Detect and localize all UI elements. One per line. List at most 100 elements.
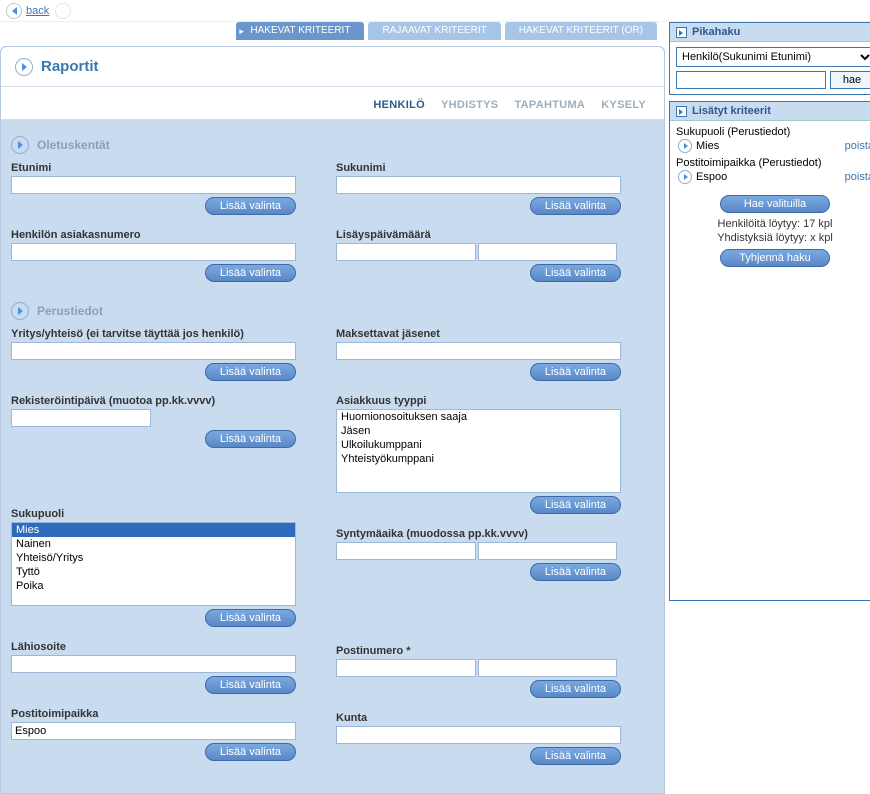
label-maksettavat: Maksettavat jäsenet: [336, 328, 621, 340]
list-item[interactable]: Ulkoilukumppani: [337, 438, 620, 452]
btn-add-postinumero[interactable]: Lisää valinta: [530, 680, 621, 698]
input-etunimi[interactable]: [11, 176, 296, 194]
criteria-tabs: HAKEVAT KRITEERIT RAJAAVAT KRITEERIT HAK…: [0, 22, 665, 46]
subtab-kysely[interactable]: KYSELY: [593, 95, 654, 115]
quicksearch-head: Pikahaku: [670, 23, 870, 42]
tab-rajaavat[interactable]: RAJAAVAT KRITEERIT: [368, 22, 500, 40]
btn-add-rekpvm[interactable]: Lisää valinta: [205, 430, 296, 448]
btn-add-yritys[interactable]: Lisää valinta: [205, 363, 296, 381]
section-defaults-head: Oletuskentät: [11, 136, 654, 154]
label-etunimi: Etunimi: [11, 162, 296, 174]
input-sukunimi[interactable]: [336, 176, 621, 194]
stat-henkiloita: Henkilöitä löytyy: 17 kpl: [676, 218, 870, 230]
label-asiakkuus: Asiakkuus tyyppi: [336, 395, 621, 407]
subtab-henkilo[interactable]: HENKILÖ: [365, 95, 433, 115]
subtab-yhdistys[interactable]: YHDISTYS: [433, 95, 506, 115]
input-asiakasnumero[interactable]: [11, 243, 296, 261]
label-postitoimipaikka: Postitoimipaikka: [11, 708, 296, 720]
btn-add-lisayspvm[interactable]: Lisää valinta: [530, 264, 621, 282]
input-lahiosoite[interactable]: [11, 655, 296, 673]
panel-header: Raportit: [1, 47, 664, 87]
input-postinumero-from[interactable]: [336, 659, 476, 677]
btn-add-sukupuoli[interactable]: Lisää valinta: [205, 609, 296, 627]
stat-yhdistyksia: Yhdistyksiä löytyy: x kpl: [676, 232, 870, 244]
btn-add-sukunimi[interactable]: Lisää valinta: [530, 197, 621, 215]
crit-group: Sukupuoli (Perustiedot): [676, 126, 870, 138]
entity-tabs: HENKILÖ YHDISTYS TAPAHTUMA KYSELY: [1, 87, 664, 120]
quicksearch-title: Pikahaku: [692, 26, 740, 38]
btn-add-kunta[interactable]: Lisää valinta: [530, 747, 621, 765]
list-item[interactable]: Yhteisö/Yritys: [12, 551, 295, 565]
list-sukupuoli[interactable]: Mies Nainen Yhteisö/Yritys Tyttö Poika: [11, 522, 296, 606]
input-rekpvm[interactable]: [11, 409, 151, 427]
label-lahiosoite: Lähiosoite: [11, 641, 296, 653]
crit-value: Mies: [696, 140, 719, 152]
added-criteria-head: Lisätyt kriteerit: [670, 102, 870, 121]
tab-hakevat-or[interactable]: HAKEVAT KRITEERIT (OR): [505, 22, 657, 40]
input-lisayspvm-from[interactable]: [336, 243, 476, 261]
added-criteria-panel: Lisätyt kriteerit Sukupuoli (Perustiedot…: [669, 101, 870, 601]
arrow-right-icon: [676, 106, 687, 117]
label-sukupuoli: Sukupuoli: [11, 508, 296, 520]
quicksearch-input[interactable]: [676, 71, 826, 89]
arrow-right-icon: [678, 139, 692, 153]
section-basic-head: Perustiedot: [11, 302, 654, 320]
remove-crit-link[interactable]: poista: [845, 140, 870, 152]
input-kunta[interactable]: [336, 726, 621, 744]
chevron-right-icon[interactable]: [11, 136, 29, 154]
section-defaults-label: Oletuskentät: [37, 138, 110, 152]
list-item[interactable]: Nainen: [12, 537, 295, 551]
search-with-selected-button[interactable]: Hae valituilla: [720, 195, 830, 213]
clear-search-button[interactable]: Tyhjennä haku: [720, 249, 830, 267]
section-basic-label: Perustiedot: [37, 304, 103, 318]
arrow-right-icon: [15, 58, 33, 76]
list-asiakkuus[interactable]: Huomionosoituksen saaja Jäsen Ulkoilukum…: [336, 409, 621, 493]
btn-add-postitoimipaikka[interactable]: Lisää valinta: [205, 743, 296, 761]
input-maksettavat[interactable]: [336, 342, 621, 360]
list-item[interactable]: Mies: [12, 523, 295, 537]
quicksearch-type-select[interactable]: Henkilö(Sukunimi Etunimi): [676, 47, 870, 67]
arrow-right-icon: [678, 170, 692, 184]
btn-add-syntymaaika[interactable]: Lisää valinta: [530, 563, 621, 581]
btn-add-lahiosoite[interactable]: Lisää valinta: [205, 676, 296, 694]
btn-add-etunimi[interactable]: Lisää valinta: [205, 197, 296, 215]
subtab-tapahtuma[interactable]: TAPAHTUMA: [506, 95, 593, 115]
crit-group: Postitoimipaikka (Perustiedot): [676, 157, 870, 169]
top-nav: back: [0, 0, 870, 22]
input-syntymaaika-from[interactable]: [336, 542, 476, 560]
label-postinumero: Postinumero *: [336, 645, 621, 657]
label-yritys: Yritys/yhteisö (ei tarvitse täyttää jos …: [11, 328, 296, 340]
btn-add-maksettavat[interactable]: Lisää valinta: [530, 363, 621, 381]
form-content: Oletuskentät Etunimi Lisää valinta Henki…: [1, 120, 664, 793]
page-title: Raportit: [41, 58, 99, 75]
tab-hakevat[interactable]: HAKEVAT KRITEERIT: [236, 22, 364, 40]
input-syntymaaika-to[interactable]: [478, 542, 618, 560]
added-criteria-title: Lisätyt kriteerit: [692, 105, 771, 117]
btn-add-asiakkuus[interactable]: Lisää valinta: [530, 496, 621, 514]
list-item[interactable]: Jäsen: [337, 424, 620, 438]
back-link[interactable]: back: [26, 5, 49, 17]
crit-value: Espoo: [696, 171, 727, 183]
input-postinumero-to[interactable]: [478, 659, 618, 677]
btn-add-asiakasnumero[interactable]: Lisää valinta: [205, 264, 296, 282]
label-asiakasnumero: Henkilön asiakasnumero: [11, 229, 296, 241]
label-syntymaaika: Syntymäaika (muodossa pp.kk.vvvv): [336, 528, 621, 540]
input-postitoimipaikka[interactable]: [11, 722, 296, 740]
list-item[interactable]: Tyttö: [12, 565, 295, 579]
arrow-right-icon: [676, 27, 687, 38]
label-rekpvm: Rekisteröintipäivä (muotoa pp.kk.vvvv): [11, 395, 296, 407]
nav-back-icon[interactable]: [6, 3, 22, 19]
input-lisayspvm-to[interactable]: [478, 243, 618, 261]
label-lisayspvm: Lisäyspäivämäärä: [336, 229, 621, 241]
label-kunta: Kunta: [336, 712, 621, 724]
quicksearch-button[interactable]: hae: [830, 71, 870, 89]
list-item[interactable]: Huomionosoituksen saaja: [337, 410, 620, 424]
list-item[interactable]: Yhteistyökumppani: [337, 452, 620, 466]
main-panel: Raportit HENKILÖ YHDISTYS TAPAHTUMA KYSE…: [0, 46, 665, 794]
remove-crit-link[interactable]: poista: [845, 171, 870, 183]
input-yritys[interactable]: [11, 342, 296, 360]
nav-forward-icon: [55, 3, 71, 19]
label-sukunimi: Sukunimi: [336, 162, 621, 174]
chevron-right-icon[interactable]: [11, 302, 29, 320]
list-item[interactable]: Poika: [12, 579, 295, 593]
